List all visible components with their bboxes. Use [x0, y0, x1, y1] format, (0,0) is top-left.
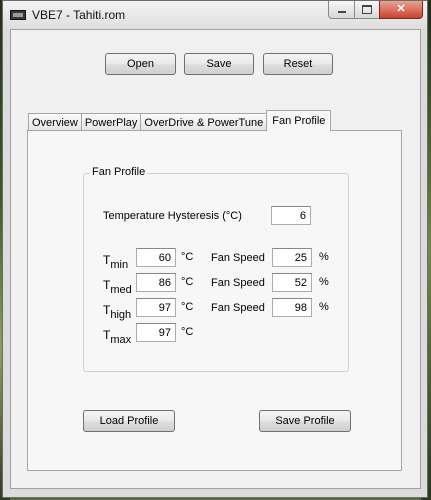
close-button[interactable]: ✕ — [379, 1, 423, 19]
hysteresis-input[interactable] — [271, 206, 311, 225]
minimize-icon — [337, 11, 346, 13]
tmed-temp-input[interactable] — [136, 273, 176, 292]
tmin-label: Tmin — [103, 253, 129, 271]
tab-fan-profile[interactable]: Fan Profile — [266, 110, 332, 131]
tab-overview[interactable]: Overview — [28, 113, 82, 131]
tmax-temp-input[interactable] — [136, 323, 176, 342]
tab-powerplay[interactable]: PowerPlay — [80, 113, 142, 131]
save-profile-button[interactable]: Save Profile — [259, 410, 351, 432]
thigh-unit-label: °C — [181, 301, 194, 313]
tmed-label: Tmed — [103, 278, 132, 296]
tmax-unit-label: °C — [181, 326, 194, 338]
maximize-icon — [362, 5, 372, 14]
tmin-unit-label: °C — [181, 251, 194, 263]
thigh-temp-input[interactable] — [136, 298, 176, 317]
caption-buttons: ✕ — [328, 1, 423, 20]
close-icon: ✕ — [396, 3, 406, 15]
title-bar[interactable]: VBE7 - Tahiti.rom ✕ — [3, 1, 427, 29]
save-button[interactable]: Save — [184, 53, 254, 75]
tmed-fan-speed-label: Fan Speed — [211, 277, 265, 289]
hysteresis-label: Temperature Hysteresis (°C) — [103, 210, 242, 222]
tmed-unit-label: °C — [181, 276, 194, 288]
tmin-percent-label: % — [319, 251, 329, 263]
load-profile-button[interactable]: Load Profile — [83, 410, 175, 432]
client-area: Open Save Reset Overview PowerPlay OverD… — [10, 29, 421, 489]
thigh-label: Thigh — [103, 303, 132, 321]
tmin-fan-speed-label: Fan Speed — [211, 252, 265, 264]
reset-button[interactable]: Reset — [263, 53, 333, 75]
open-button[interactable]: Open — [105, 53, 176, 75]
tab-strip: Overview PowerPlay OverDrive & PowerTune… — [28, 110, 332, 131]
group-title: Fan Profile — [90, 166, 148, 178]
thigh-percent-label: % — [319, 301, 329, 313]
tmed-fan-speed-input[interactable] — [272, 273, 312, 292]
tmin-fan-speed-input[interactable] — [272, 248, 312, 267]
tab-overdrive-powertune[interactable]: OverDrive & PowerTune — [140, 113, 268, 131]
window-title: VBE7 - Tahiti.rom — [32, 8, 126, 22]
tmax-label: Tmax — [103, 328, 132, 346]
thigh-fan-speed-input[interactable] — [272, 298, 312, 317]
tmed-percent-label: % — [319, 276, 329, 288]
minimize-button[interactable] — [328, 1, 354, 19]
thigh-fan-speed-label: Fan Speed — [211, 302, 265, 314]
tmin-temp-input[interactable] — [136, 248, 176, 267]
maximize-button[interactable] — [354, 1, 379, 19]
fan-profile-groupbox: Fan Profile Temperature Hysteresis (°C) … — [83, 166, 349, 372]
app-icon — [10, 10, 26, 20]
main-window: VBE7 - Tahiti.rom ✕ Open Save Reset Over… — [2, 0, 428, 498]
